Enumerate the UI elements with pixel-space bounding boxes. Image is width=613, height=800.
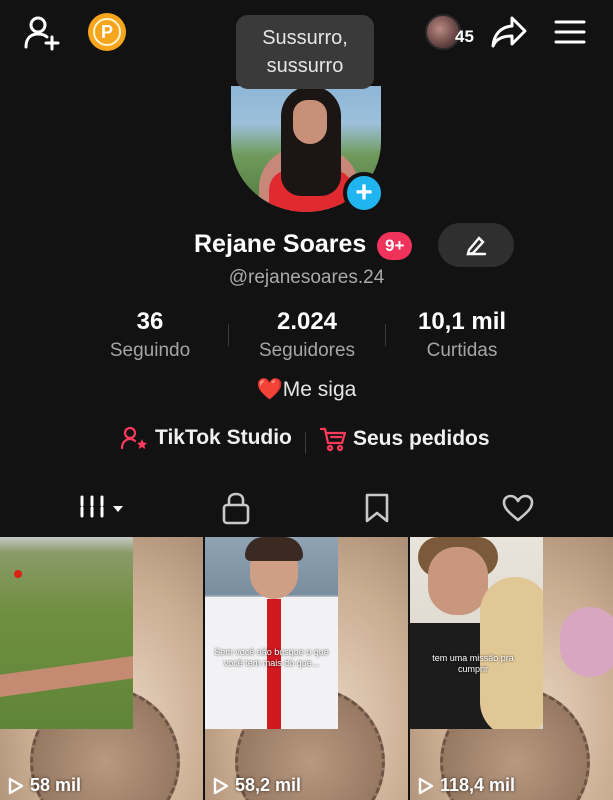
play-icon (8, 777, 24, 794)
video-caption: tem uma missão pra cumprir (432, 653, 514, 674)
add-friend-button[interactable] (22, 12, 62, 52)
person-star-icon (121, 426, 147, 450)
video-caption: Sem você não busque o que você tem mais … (214, 647, 329, 668)
orders-label: Seus pedidos (353, 427, 490, 450)
video-inset (0, 537, 133, 729)
video-inset: Sem você não busque o que você tem mais … (205, 537, 338, 729)
stat-likes[interactable]: 10,1 mil Curtidas (387, 308, 537, 362)
stat-label: Seguidores (258, 340, 356, 361)
share-button[interactable] (488, 12, 530, 52)
heart-icon (502, 494, 533, 522)
shopping-cart-icon (319, 427, 347, 452)
view-count-text: 58,2 mil (235, 775, 302, 795)
video-thumbnail[interactable]: 58 mil (0, 537, 203, 800)
view-count-text: 58 mil (30, 775, 82, 795)
view-count: 118,4 mil (418, 775, 515, 796)
tab-liked[interactable] (441, 484, 594, 532)
bookmark-icon (365, 493, 388, 523)
menu-button[interactable] (550, 12, 590, 52)
stat-value: 10,1 mil (417, 308, 507, 335)
tab-videos[interactable] (27, 484, 180, 532)
username: @rejanesoares.24 (228, 267, 385, 288)
add-story-button[interactable]: + (343, 172, 385, 214)
view-count: 58 mil (8, 775, 81, 796)
video-inset: tem uma missão pra cumprir (410, 537, 543, 729)
stat-following[interactable]: 36 Seguindo (75, 308, 225, 362)
play-icon (418, 777, 434, 794)
video-thumbnail[interactable]: tem uma missão pra cumprir 118,4 mil (410, 537, 613, 800)
profile-bio: ❤️Me siga (256, 378, 357, 401)
name-row: Rejane Soares 9+ (0, 222, 613, 267)
coin-icon: P (93, 18, 121, 46)
stat-divider (385, 324, 386, 346)
tiktok-studio-label: TikTok Studio (155, 426, 292, 449)
orders-link[interactable]: Seus pedidos (319, 426, 490, 452)
person-plus-icon (24, 16, 60, 51)
stat-divider (228, 324, 229, 346)
plus-icon: + (355, 176, 373, 209)
tab-private[interactable] (159, 484, 312, 532)
hamburger-menu-icon (554, 20, 586, 44)
stat-label: Seguindo (109, 340, 191, 361)
lock-icon (222, 492, 249, 525)
stat-value: 2.024 (276, 308, 338, 335)
stat-value: 36 (136, 308, 164, 335)
play-icon (213, 777, 229, 794)
profile-links: TikTok Studio Seus pedidos (0, 426, 613, 460)
tab-favorites[interactable] (300, 484, 453, 532)
display-name: Rejane Soares (194, 230, 367, 258)
profile-views-count: 45 (455, 27, 474, 46)
avatar-tooltip: Sussurro, sussurro (236, 15, 374, 89)
stat-followers[interactable]: 2.024 Seguidores (232, 308, 382, 362)
content-tabs (0, 484, 613, 534)
stat-label: Curtidas (426, 340, 498, 361)
tiktok-studio-link[interactable]: TikTok Studio (121, 426, 292, 450)
video-thumbnail[interactable]: Sem você não busque o que você tem mais … (205, 537, 408, 800)
share-arrow-icon (491, 16, 527, 48)
coin-button[interactable]: P (88, 13, 126, 51)
grid-filter-icon (80, 495, 123, 521)
pencil-icon (466, 236, 487, 256)
view-count: 58,2 mil (213, 775, 301, 796)
view-count-text: 118,4 mil (440, 775, 516, 795)
links-divider (305, 432, 306, 454)
stats-row: 36 Seguindo 2.024 Seguidores 10,1 mil Cu… (80, 308, 540, 368)
profile-avatar[interactable]: + (231, 86, 385, 214)
video-grid: 58 mil Sem você não busque o que você te… (0, 537, 613, 800)
edit-profile-button[interactable] (438, 223, 514, 267)
notification-badge[interactable]: 9+ (377, 232, 413, 260)
